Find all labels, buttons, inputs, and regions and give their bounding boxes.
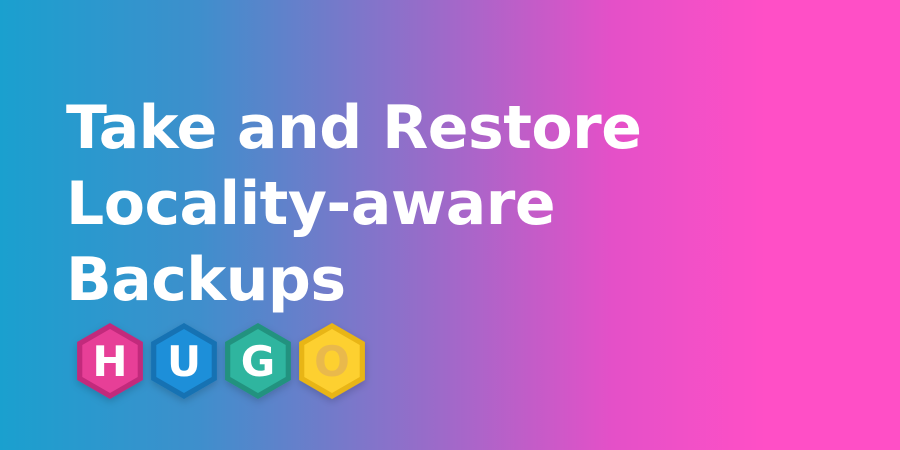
hugo-logo-svg: HUGO bbox=[77, 323, 365, 399]
hex-letter-u: U bbox=[167, 337, 201, 386]
headline-line-3: Backups bbox=[66, 245, 346, 315]
hex-tile-h: H bbox=[77, 323, 143, 399]
hex-letter-o: O bbox=[314, 337, 350, 386]
hex-tile-o: O bbox=[299, 323, 365, 399]
hex-letter-h: H bbox=[92, 337, 127, 386]
hex-tile-u: U bbox=[151, 323, 217, 399]
hugo-logo: HUGO bbox=[70, 318, 390, 408]
headline-line-2: Locality-aware bbox=[66, 169, 556, 239]
hex-tile-g: G bbox=[225, 323, 291, 399]
hex-letter-g: G bbox=[241, 337, 275, 386]
headline-line-1: Take and Restore bbox=[66, 93, 642, 163]
headline: Take and Restore Locality-aware Backups bbox=[66, 90, 642, 318]
banner: Take and Restore Locality-aware Backups … bbox=[0, 0, 900, 450]
